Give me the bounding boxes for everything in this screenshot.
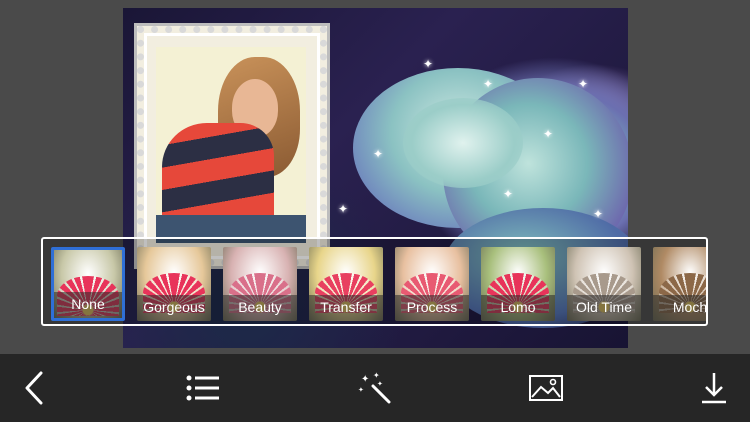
filter-label: Beauty [223, 295, 297, 321]
portrait-photo [156, 47, 306, 243]
filter-thumb-none[interactable]: None [51, 247, 125, 321]
filter-label: Lomo [481, 295, 555, 321]
download-icon [702, 373, 726, 404]
list-icon [186, 375, 219, 401]
filter-label: None [54, 292, 122, 318]
filter-label: Old Time [567, 295, 641, 321]
filter-thumb-moch[interactable]: Moch [653, 247, 706, 321]
filter-thumb-process[interactable]: Process [395, 247, 469, 321]
filter-label: Transfer [309, 295, 383, 321]
back-button[interactable] [14, 368, 54, 408]
sparkle-icon: ✦ [423, 57, 434, 71]
svg-text:✦: ✦ [373, 371, 380, 380]
filter-label: Moch [653, 295, 706, 321]
sparkle-icon: ✦ [373, 147, 384, 161]
rose-petal [403, 98, 523, 188]
download-button[interactable] [694, 368, 734, 408]
sparkle-icon: ✦ [483, 77, 494, 91]
background-button[interactable] [526, 368, 566, 408]
sparkle-icon: ✦ [593, 207, 604, 221]
sparkle-icon: ✦ [543, 127, 554, 141]
svg-text:✦: ✦ [358, 386, 364, 394]
back-chevron-icon [25, 371, 43, 405]
filter-strip[interactable]: None Gorgeous Beauty Transfer Process Lomo Old… [41, 237, 708, 326]
filter-list-button[interactable] [183, 368, 223, 408]
svg-text:✦: ✦ [361, 374, 369, 385]
sparkle-icon: ✦ [503, 187, 514, 201]
filter-thumb-old-time[interactable]: Old Time [567, 247, 641, 321]
filter-thumb-transfer[interactable]: Transfer [309, 247, 383, 321]
filter-thumb-beauty[interactable]: Beauty [223, 247, 297, 321]
filter-thumb-gorgeous[interactable]: Gorgeous [137, 247, 211, 321]
bottom-toolbar: ✦ ✦ ✦ ✦ [0, 354, 750, 422]
filter-thumb-lomo[interactable]: Lomo [481, 247, 555, 321]
svg-text:✦: ✦ [377, 380, 383, 388]
filter-label: Process [395, 295, 469, 321]
jeweled-photo-frame[interactable] [137, 26, 327, 266]
effects-button[interactable]: ✦ ✦ ✦ ✦ [355, 368, 395, 408]
sparkle-icon: ✦ [578, 77, 589, 91]
magic-wand-icon: ✦ ✦ ✦ ✦ [358, 371, 391, 404]
filter-label: Gorgeous [137, 295, 211, 321]
image-icon [529, 375, 563, 401]
sparkle-icon: ✦ [338, 202, 349, 216]
